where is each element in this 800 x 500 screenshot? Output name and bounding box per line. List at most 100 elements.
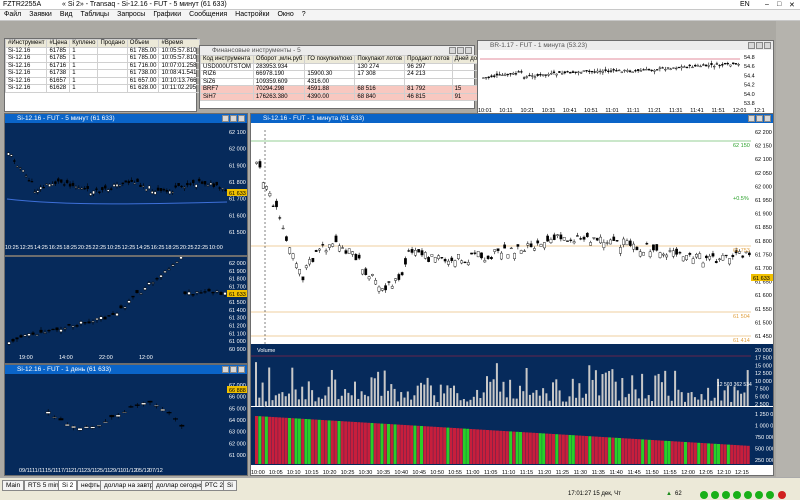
col-turnover[interactable]: Оборот ,млн.руб	[252, 55, 306, 64]
indicator-bar	[736, 445, 740, 464]
menu-window[interactable]: Окно	[273, 10, 297, 19]
price-tick-label: 61 750	[755, 252, 772, 258]
table-row[interactable]: Si-12.16 61628 1 61 628.00 10:11:02.295	[4, 84, 200, 93]
minimize-icon[interactable]	[449, 47, 456, 54]
volume-bar	[723, 390, 726, 406]
close-icon[interactable]	[764, 42, 771, 49]
candle	[159, 275, 163, 278]
col-sell-lots[interactable]: Продают лотов	[404, 55, 453, 64]
menu-settings[interactable]: Настройки	[231, 10, 273, 19]
candle	[394, 278, 397, 281]
language-indicator[interactable]: EN	[740, 1, 750, 8]
time-tick-label: 21/11	[71, 468, 84, 474]
br-price-chart[interactable]: 54.854.654.454.254.053.810:01 10:11 10:21 1…	[478, 51, 773, 114]
price-tick-label: 61 450	[755, 334, 772, 340]
minimize-icon[interactable]	[222, 366, 229, 373]
volume-bar	[294, 389, 297, 406]
volume-bar	[677, 389, 680, 406]
close-icon[interactable]	[238, 366, 245, 373]
menu-charts[interactable]: Графики	[149, 10, 185, 19]
table-row[interactable]: Si-12.16 61716 1 61 716.00 10:07:01.258	[4, 61, 200, 70]
menu-help[interactable]: ?	[298, 10, 310, 19]
candle	[87, 321, 91, 324]
tab-rts-5min[interactable]: RTS 5 min	[24, 480, 63, 491]
table-row[interactable]: USD000UTSTOM 283953.934 130 274 96 297	[200, 62, 499, 71]
candle	[127, 300, 131, 303]
si-hour-chart[interactable]: 62 00061 90061 80061 70061 60061 50061 4…	[5, 257, 247, 363]
table-row[interactable]: Si-12.16 61785 1 61 785.00 10:05:57.810	[4, 46, 200, 55]
tab-si[interactable]: Si	[223, 480, 237, 491]
indicator-bar	[588, 436, 592, 464]
candle	[121, 182, 125, 185]
maximize-icon[interactable]	[756, 115, 763, 122]
si-5min-chart[interactable]: 62 100 62 000 61 900 61 800 61 700 61 600 61 5…	[5, 124, 247, 256]
candle	[721, 255, 725, 261]
menu-messages[interactable]: Сообщения	[185, 10, 231, 19]
col-time[interactable]: #Время	[158, 39, 200, 48]
maximize-icon[interactable]: □	[777, 1, 781, 8]
volume-bar	[330, 369, 333, 406]
si-day-title: Si-12.16 - FUT - 1 день (61 633)	[5, 365, 247, 374]
close-icon[interactable]	[764, 115, 771, 122]
table-row[interactable]: Si-12.16 61657 1 61 657.00 10:10:13.766	[4, 76, 200, 85]
scrollbar[interactable]	[776, 21, 800, 477]
minimize-icon[interactable]	[748, 42, 755, 49]
indicator-bar	[687, 442, 691, 464]
menu-orders[interactable]: Заявки	[25, 10, 56, 19]
tab-usd-today[interactable]: доллар сегодня	[152, 480, 208, 491]
indicator-bar	[538, 433, 542, 464]
maximize-icon[interactable]	[756, 42, 763, 49]
candle	[671, 250, 675, 257]
minimize-icon[interactable]	[748, 115, 755, 122]
table-row[interactable]: SiH7 176263.380 4390.00 68 840 46 815 91	[200, 92, 499, 101]
candle	[576, 235, 579, 237]
col-price[interactable]: #Цена	[46, 39, 71, 48]
maximize-icon[interactable]	[230, 366, 237, 373]
minimize-icon[interactable]	[222, 115, 229, 122]
table-row[interactable]: RIZ6 66978.190 15900.30 17 308 24 213	[200, 70, 499, 79]
tab-si-2[interactable]: Si 2	[58, 480, 78, 491]
close-icon[interactable]: ✕	[789, 1, 795, 9]
menu-view[interactable]: Вид	[56, 10, 77, 19]
col-margin[interactable]: ГО покупки/поко	[304, 55, 356, 64]
col-instrument[interactable]: #Инструмент	[4, 39, 48, 48]
candle	[566, 71, 569, 73]
table-row[interactable]: Si-12.16 61738 1 61 738.00 10:08:41.541	[4, 69, 200, 78]
tab-main[interactable]: Main	[2, 480, 25, 491]
menu-tables[interactable]: Таблицы	[77, 10, 114, 19]
col-bought[interactable]: Куплено	[69, 39, 99, 48]
price-tick-label: 61 700	[755, 266, 772, 272]
volume-bar	[489, 381, 492, 406]
indicator-bar	[670, 441, 674, 464]
menu-file[interactable]: Файл	[0, 10, 25, 19]
col-buy-lots[interactable]: Покупают лотов	[354, 55, 406, 64]
time-tick-label: 10:25	[341, 470, 355, 476]
volume-bar	[337, 399, 340, 406]
si-day-chart[interactable]: 67 00066 00065 00064 00063 00062 00061 0…	[5, 375, 247, 476]
candle	[550, 73, 553, 75]
col-sold[interactable]: Продано	[97, 39, 128, 48]
col-code[interactable]: Код инструмента	[200, 55, 254, 64]
maximize-icon[interactable]	[457, 47, 464, 54]
close-icon[interactable]	[465, 47, 472, 54]
indicator-bar	[697, 442, 701, 464]
minimize-icon[interactable]: –	[765, 1, 769, 8]
candle	[281, 227, 285, 230]
col-volume[interactable]: Объем	[126, 39, 160, 48]
table-row[interactable]: BRF7 70294.298 4591.88 68 516 81 792 15	[200, 85, 499, 94]
instruments-table: Код инструмента Оборот ,млн.руб ГО покупки…	[200, 55, 499, 101]
candle	[160, 409, 166, 411]
candle	[531, 75, 534, 77]
table-row[interactable]: SiZ6 109359.609 4316.00	[200, 77, 499, 86]
candle	[397, 274, 401, 280]
table-row[interactable]: Si-12.16 61785 1 61 785.00 10:05:57.810	[4, 54, 200, 63]
menu-queries[interactable]: Запросы	[113, 10, 149, 19]
candle	[423, 252, 427, 259]
maximize-icon[interactable]	[230, 115, 237, 122]
candle	[622, 238, 626, 245]
candle	[552, 234, 556, 240]
close-icon[interactable]	[238, 115, 245, 122]
candle	[80, 188, 84, 190]
si-1min-chart[interactable]: 62 200 62 150 62 100 62 050 62 000 61 950 61 9…	[251, 124, 773, 476]
si-1min-title: Si-12.16 - FUT - 1 минута (61 633)	[251, 114, 773, 123]
